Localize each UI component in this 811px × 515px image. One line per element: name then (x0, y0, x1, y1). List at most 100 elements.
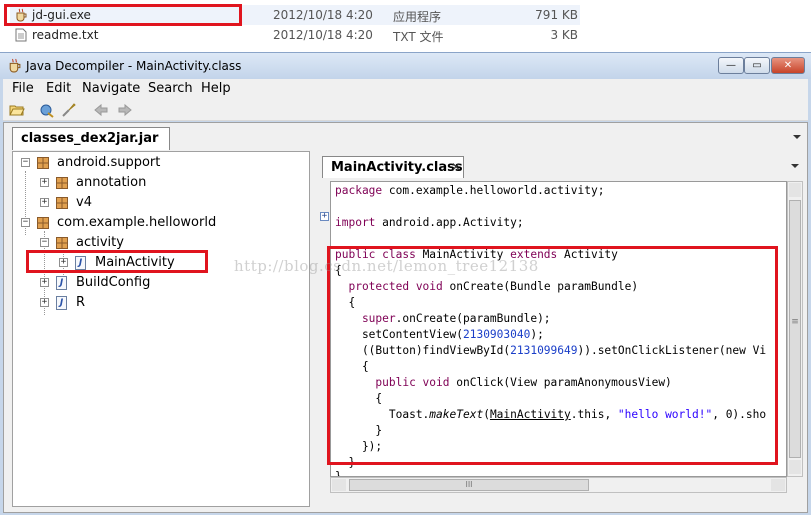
vertical-scrollbar[interactable]: ≡ (787, 181, 803, 477)
file-row-readme[interactable]: readme.txt 2012/10/18 4:20 TXT 文件 3 KB (10, 25, 580, 45)
code-token: Activity (557, 248, 618, 261)
code-line: Toast.makeText(MainActivity.this, "hello… (335, 408, 766, 421)
expand-toggle[interactable]: + (40, 178, 49, 187)
code-token: )).setOnClickListener(new Vi (577, 344, 767, 357)
coffee-cup-icon (16, 8, 27, 22)
expand-toggle[interactable]: − (21, 158, 30, 167)
tree-node-buildconfig[interactable]: + J BuildConfig (15, 274, 215, 292)
code-view[interactable]: package com.example.helloworld.activity;… (330, 181, 787, 477)
code-line: { (335, 360, 369, 373)
code-line: protected void onCreate(Bundle paramBund… (335, 280, 638, 293)
code-line: setContentView(2130903040); (335, 328, 544, 341)
tab-mainactivity-class[interactable]: MainActivity.class ✕ (322, 156, 464, 178)
tree-node-android-support[interactable]: − android.support (15, 154, 215, 172)
code-token: ); (530, 328, 544, 341)
open-type-icon[interactable] (39, 102, 55, 118)
code-line: } (335, 470, 342, 477)
expand-toggle[interactable]: − (40, 238, 49, 247)
tree-label: annotation (76, 175, 147, 190)
file-row-jd-gui[interactable]: jd-gui.exe 2012/10/18 4:20 应用程序 791 KB (10, 5, 580, 25)
tree-label: BuildConfig (76, 275, 151, 290)
package-icon (56, 197, 68, 209)
scroll-right-button[interactable] (771, 479, 785, 491)
horizontal-scrollbar[interactable]: III (330, 477, 787, 493)
code-token[interactable]: MainActivity (490, 408, 571, 421)
code-token: "hello world!" (617, 408, 713, 421)
tab-jar-file[interactable]: classes_dex2jar.jar (12, 127, 170, 150)
menu-search[interactable]: Search (148, 81, 193, 96)
package-icon (37, 217, 49, 229)
expand-toggle[interactable]: + (40, 198, 49, 207)
forward-arrow-icon[interactable] (117, 102, 133, 118)
tree-node-annotation[interactable]: + annotation (15, 174, 215, 192)
expand-toggle[interactable]: − (21, 218, 30, 227)
maximize-button[interactable]: ▭ (744, 57, 770, 74)
tab-list-chevron-icon[interactable] (792, 133, 802, 141)
tree-node-com-example-helloworld[interactable]: − com.example.helloworld (15, 214, 255, 232)
scroll-down-button[interactable] (789, 460, 801, 474)
search-icon[interactable] (61, 102, 77, 118)
toolbar (3, 99, 808, 121)
code-token: public void (335, 376, 450, 389)
code-token: .this, (570, 408, 618, 421)
code-token: .onCreate(paramBundle); (395, 312, 551, 325)
menu-help[interactable]: Help (201, 81, 231, 96)
scroll-up-button[interactable] (789, 183, 801, 197)
code-token: 2131099649 (510, 344, 578, 357)
tree-node-activity[interactable]: − activity (15, 234, 215, 252)
scroll-thumb[interactable]: III (349, 479, 589, 491)
code-line: package com.example.helloworld.activity; (335, 184, 604, 197)
code-token: Toast. (335, 408, 430, 421)
code-line: }); (335, 440, 383, 453)
tree-label: activity (76, 235, 124, 250)
code-token: onCreate(Bundle paramBundle) (442, 280, 639, 293)
code-token: package (335, 184, 383, 197)
code-token: , 0).sho (712, 408, 767, 421)
close-tab-icon[interactable]: ✕ (451, 160, 461, 174)
file-name: readme.txt (32, 28, 99, 42)
file-type: 应用程序 (393, 10, 442, 24)
close-button[interactable]: ✕ (771, 57, 805, 74)
code-line: super.onCreate(paramBundle); (335, 312, 551, 325)
watermark-text: http://blog.csdn.net/lemon_tree12138 (234, 257, 539, 275)
tree-label: com.example.helloworld (57, 215, 217, 230)
expand-toggle[interactable]: + (59, 258, 68, 267)
file-size: 791 KB (535, 8, 578, 22)
tab-list-chevron-icon[interactable] (790, 162, 800, 170)
expand-toggle[interactable]: + (40, 298, 49, 307)
code-token: makeText (429, 408, 484, 421)
code-token: setContentView( (335, 328, 463, 341)
code-line: public void onClick(View paramAnonymousV… (335, 376, 672, 389)
code-token: ((Button)findViewById( (335, 344, 511, 357)
menu-file[interactable]: File (12, 81, 34, 96)
tree-label: android.support (57, 155, 161, 170)
java-file-icon: J (56, 276, 67, 290)
menu-navigate[interactable]: Navigate (82, 81, 140, 96)
scroll-thumb[interactable]: ≡ (789, 200, 801, 458)
tree-label: R (76, 295, 86, 310)
scroll-left-button[interactable] (332, 479, 346, 491)
tree-node-mainactivity[interactable]: + J MainActivity (15, 254, 215, 272)
code-token: ( (483, 408, 490, 421)
tree-node-r[interactable]: + J R (15, 294, 215, 312)
code-token: onClick(View paramAnonymousView) (449, 376, 672, 389)
tree-label: MainActivity (95, 255, 175, 270)
title-bar[interactable]: Java Decompiler - MainActivity.class — ▭… (0, 53, 811, 79)
menu-edit[interactable]: Edit (46, 81, 71, 96)
fold-toggle[interactable]: + (320, 212, 329, 221)
editor-pane: MainActivity.class ✕ + package com.examp… (314, 151, 804, 507)
minimize-button[interactable]: — (718, 57, 744, 74)
java-file-icon: J (75, 256, 86, 270)
back-arrow-icon[interactable] (93, 102, 109, 118)
expand-toggle[interactable]: + (40, 278, 49, 287)
package-icon (56, 177, 68, 189)
text-file-icon (15, 28, 27, 42)
code-line: } (335, 424, 383, 437)
jar-pane: classes_dex2jar.jar − android.support + … (3, 122, 808, 513)
code-line: ((Button)findViewById(2131099649)).setOn… (335, 344, 766, 357)
package-icon (56, 237, 68, 249)
tree-node-v4[interactable]: + v4 (15, 194, 215, 212)
file-date: 2012/10/18 4:20 (273, 8, 373, 22)
code-token: android.app.Activity; (375, 216, 524, 229)
open-folder-icon[interactable] (9, 102, 25, 118)
